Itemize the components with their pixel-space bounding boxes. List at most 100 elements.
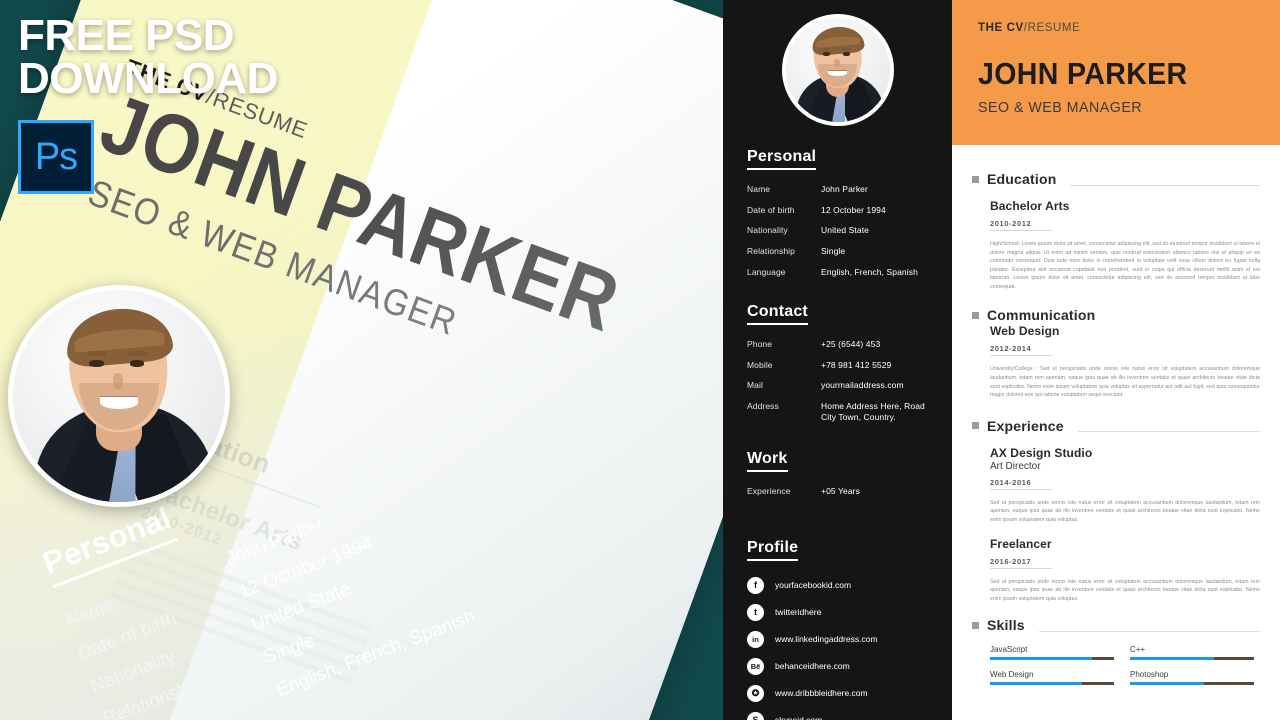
social-link-twitter[interactable]: t twitteridhere — [747, 603, 928, 621]
table-row: Address Home Address Here, Road City Tow… — [747, 401, 928, 422]
table-row: Phone +25 (6544) 453 — [747, 339, 928, 350]
row-value: +78 981 412 5529 — [821, 359, 892, 370]
portrait-illustration — [785, 18, 890, 122]
skill-progress-track — [1130, 682, 1254, 686]
square-bullet-icon — [972, 175, 979, 183]
dark-work-section: Work Experience +05 Years — [747, 450, 928, 497]
section-title: Experience — [987, 417, 1064, 434]
avatar — [8, 285, 230, 507]
promo-background: THE CV/RESUME JOHN PARKER SEO & WEB MANA… — [0, 0, 723, 720]
section-heading-personal: Personal — [747, 148, 817, 170]
row-value: Single — [821, 245, 846, 256]
row-value: Home Address Here, Road City Town, Count… — [821, 401, 925, 422]
section-header-skills: Skills — [972, 617, 1260, 633]
table-row: Nationality United State — [747, 225, 928, 236]
item-subtitle: Art Director — [990, 460, 1041, 472]
social-link-label: yourfacebookid.com — [775, 580, 852, 591]
linkedin-icon[interactable]: in — [747, 630, 764, 648]
table-row: Relationship Single — [747, 246, 928, 257]
skill-progress-track — [990, 682, 1114, 686]
table-row: Mail yourmailaddress.com — [747, 380, 928, 391]
dark-contact-rows: Phone +25 (6544) 453 Mobile +78 981 412 … — [747, 339, 928, 422]
row-key: Nationality — [747, 225, 788, 236]
section-heading-work: Work — [747, 450, 788, 473]
section-header-communication: Communication — [972, 307, 1260, 323]
section-header-experience: Experience — [972, 418, 1260, 434]
page-title: FREE PSD DOWNLOAD — [18, 11, 278, 104]
table-row: Name John Parker — [747, 184, 928, 195]
item-body: High/School: Lorem ipsum dolor sit amet,… — [990, 241, 1260, 290]
education-item: Bachelor Arts 2010-2012 High/School: Lor… — [990, 199, 1260, 291]
behance-icon[interactable]: Bē — [747, 657, 764, 675]
item-body: Sed ut perspiciatis unde omnis iste natu… — [990, 578, 1260, 602]
twitter-icon[interactable]: t — [747, 603, 764, 621]
resume-cv-prefix: THE CV — [978, 22, 1024, 34]
row-value: +25 (6544) 453 — [821, 339, 881, 350]
table-row: Experience +05 Years — [747, 486, 928, 497]
square-bullet-icon — [972, 311, 979, 319]
promo-headline-block: FREE PSD DOWNLOAD Ps — [18, 11, 278, 195]
row-key: Phone — [747, 339, 773, 350]
resume-preview-panel: THE CV/RESUME JOHN PARKER SEO & WEB MANA… — [952, 0, 1280, 720]
social-link-dribbble[interactable]: ✪ www.dribbbleidhere.com — [747, 684, 928, 702]
item-body: Sed ut perspiciatis unde omnis iste natu… — [990, 499, 1260, 523]
row-key: Name — [747, 184, 771, 194]
dark-personal-rows: Name John Parker Date of birth 12 Octobe… — [747, 184, 928, 277]
social-link-skype[interactable]: S skypeid.com — [747, 711, 928, 720]
section-heading-profile: Profile — [747, 539, 799, 561]
row-key: Mail — [747, 380, 763, 391]
dark-work-rows: Experience +05 Years — [747, 486, 928, 497]
facebook-icon[interactable]: f — [747, 576, 764, 594]
social-link-behance[interactable]: Bē behanceidhere.com — [747, 657, 928, 675]
row-key: Address — [747, 401, 779, 411]
skill-progress-track — [990, 657, 1114, 661]
item-years: 2016-2017 — [990, 557, 1052, 569]
row-value: English, French, Spanish — [821, 266, 918, 277]
skills-list: JavaScript C++ Web Design Photoshop — [990, 645, 1260, 686]
screenshot-root: THE CV/RESUME JOHN PARKER SEO & WEB MANA… — [0, 0, 1280, 720]
dark-contact-section: Contact Phone +25 (6544) 453 Mobile +78 … — [747, 303, 928, 422]
item-body: University/College : Sed ut perspiciatis… — [990, 366, 1260, 399]
item-title: AX Design Studio — [990, 445, 1093, 460]
row-value: 12 October 1994 — [821, 204, 886, 215]
resume-role: SEO & WEB MANAGER — [978, 99, 1143, 116]
experience-item: AX Design Studio Art Director 2014-2016 … — [990, 446, 1260, 525]
resume-name: JOHN PARKER — [978, 56, 1188, 91]
communication-item: Web Design 2012-2014 University/College … — [990, 324, 1260, 399]
dark-profile-section: Profile f yourfacebookid.com t twitterid… — [747, 539, 928, 720]
row-key: Experience — [747, 486, 791, 497]
item-years: 2012-2014 — [990, 344, 1052, 357]
item-years: 2010-2012 — [990, 219, 1052, 231]
section-title: Communication — [987, 307, 1096, 324]
row-key: Language — [747, 266, 786, 277]
item-title: Bachelor Arts — [990, 199, 1070, 213]
dark-personal-section: Personal Name John Parker Date of birth … — [747, 148, 928, 277]
resume-cv-label: THE CV/RESUME — [978, 22, 1254, 34]
skill-name: Photoshop — [1130, 670, 1169, 680]
social-link-linkedin[interactable]: in www.linkedingaddress.com — [747, 630, 928, 648]
promo-line-2: DOWNLOAD — [18, 54, 278, 104]
social-link-label: skypeid.com — [775, 715, 822, 720]
section-heading-contact: Contact — [747, 303, 808, 326]
skill-name: C++ — [1130, 645, 1146, 655]
skill-item: C++ — [1130, 645, 1254, 661]
photoshop-logo-label: Ps — [34, 135, 78, 178]
table-row: Language English, French, Spanish — [747, 267, 928, 278]
section-title: Education — [987, 171, 1057, 187]
resume-body: Education Bachelor Arts 2010-2012 High/S… — [952, 145, 1280, 686]
skill-item: Web Design — [990, 670, 1114, 686]
item-title: Freelancer — [990, 536, 1052, 551]
promo-line-1: FREE PSD — [18, 11, 235, 60]
row-key: Mobile — [747, 359, 773, 370]
dribbble-icon[interactable]: ✪ — [747, 684, 764, 702]
social-link-facebook[interactable]: f yourfacebookid.com — [747, 576, 928, 594]
experience-item: Freelancer 2016-2017 Sed ut perspiciatis… — [990, 537, 1260, 604]
section-title: Skills — [987, 617, 1025, 634]
row-value: United State — [821, 225, 869, 236]
row-value: Single — [260, 629, 318, 669]
skype-icon[interactable]: S — [747, 711, 764, 720]
row-key: Relationship — [747, 245, 795, 256]
skill-item: JavaScript — [990, 645, 1114, 661]
row-key: Date of birth — [747, 204, 795, 215]
divider — [1070, 184, 1260, 186]
